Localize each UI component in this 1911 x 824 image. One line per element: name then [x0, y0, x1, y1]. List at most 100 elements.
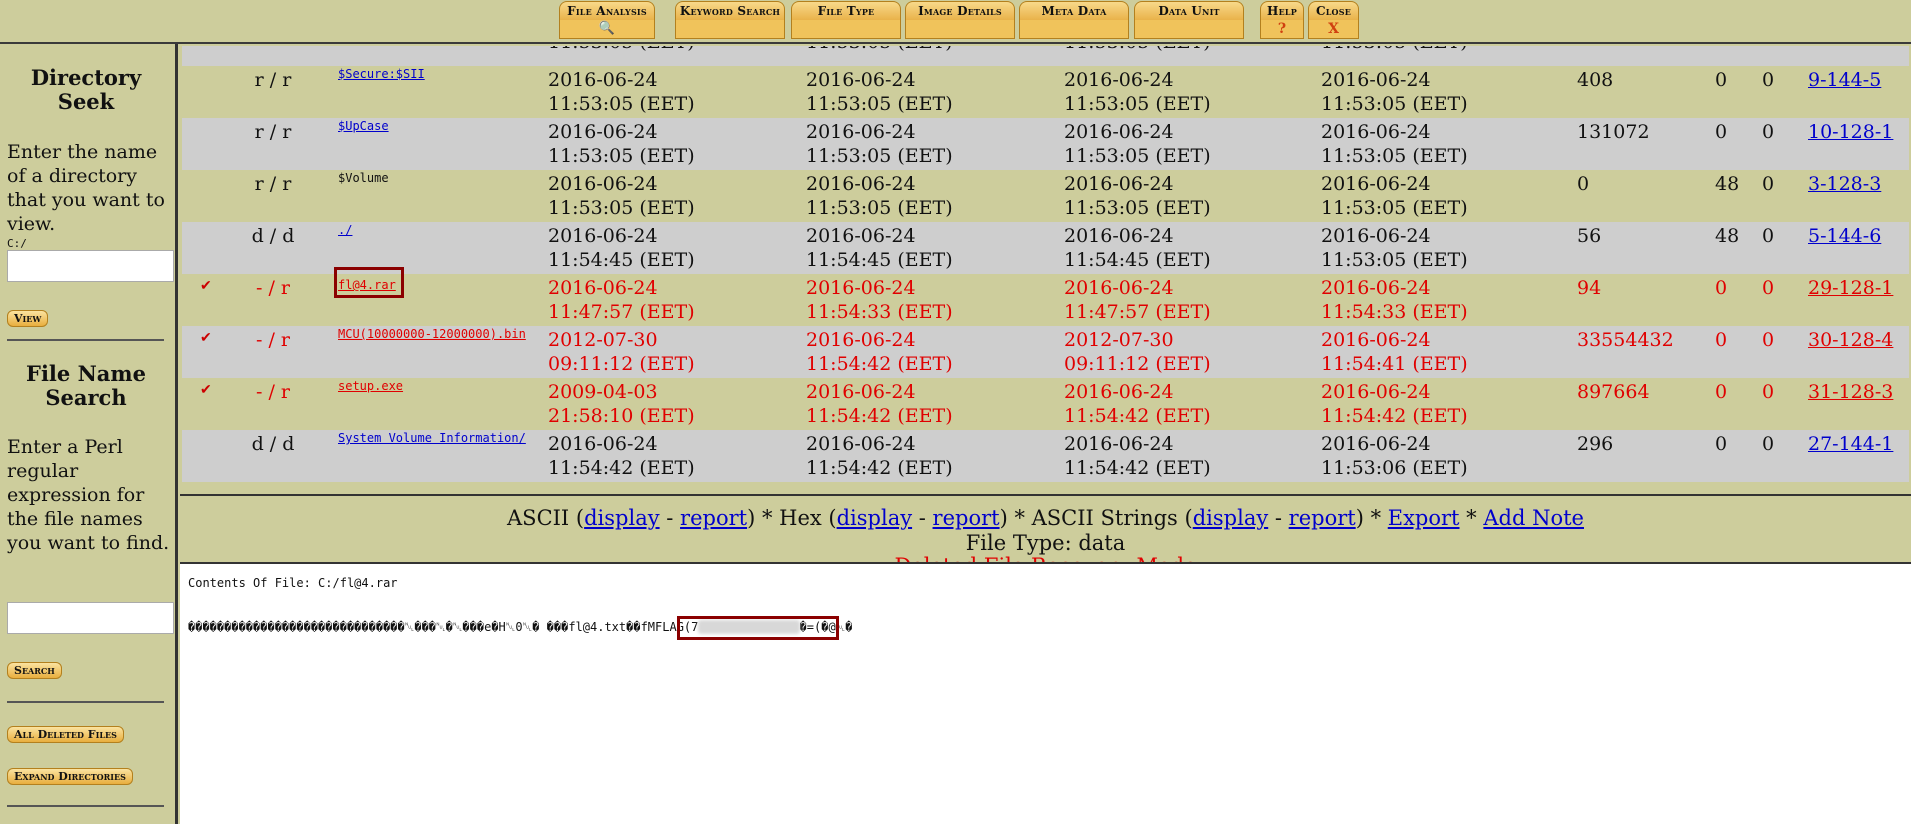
gid: 0 [1762, 277, 1775, 299]
tab-file-analysis[interactable]: File Analysis [559, 1, 655, 20]
file-size: 897664 [1577, 381, 1650, 403]
file-name-link[interactable]: System Volume Information/ [338, 431, 526, 445]
file-name[interactable]: $Secure:$SII [338, 66, 425, 82]
hex-report-link[interactable]: report [933, 506, 1000, 530]
add-note-link[interactable]: Add Note [1483, 506, 1584, 530]
file-name-link[interactable]: setup.exe [338, 379, 403, 393]
tab-data-unit-body[interactable] [1134, 20, 1244, 39]
export-link[interactable]: Export [1388, 506, 1460, 530]
created-time: 2016-06-24 11:54:42 (EET) [1321, 381, 1468, 427]
sidebar: Directory Seek Enter the name of a direc… [0, 44, 178, 824]
file-name-search-input[interactable] [7, 602, 174, 634]
gid: 0 [1762, 433, 1775, 455]
tab-data-unit[interactable]: Data Unit [1134, 1, 1244, 20]
meta-link[interactable]: 3-128-3 [1808, 172, 1881, 196]
file-name-link[interactable]: ./ [338, 223, 352, 237]
tab-keyword-search-body[interactable] [675, 20, 785, 39]
table-row[interactable]: d / d System Volume Information/ 2016-06… [182, 430, 1909, 482]
data-prefix: ������������������������������␀���␀�␀���… [188, 620, 656, 634]
tab-meta-data[interactable]: Meta Data [1019, 1, 1129, 20]
tab-image-details[interactable]: Image Details [905, 1, 1015, 20]
uid: 0 [1715, 69, 1728, 91]
written-time: 2016-06-24 11:54:45 (EET) [548, 225, 695, 271]
meta-link[interactable]: 9-144-5 [1808, 68, 1881, 92]
file-size: 408 [1577, 69, 1614, 91]
tab-help[interactable]: Help [1260, 1, 1304, 20]
search-button[interactable]: Search [7, 662, 62, 679]
tab-file-type[interactable]: File Type [791, 1, 901, 20]
tab-close[interactable]: Close [1308, 1, 1359, 20]
created-time: 2016-06-24 11:53:05 (EET) [1321, 69, 1468, 115]
created-time: 2016-06-24 11:53:05 (EET) [1321, 173, 1468, 219]
file-name[interactable]: $UpCase [338, 118, 389, 134]
table-row-selected[interactable]: ✔ - / r fl@4.rar 2016-06-24 11:47:57 (EET… [182, 267, 1909, 326]
strings-display-link[interactable]: display [1193, 506, 1268, 530]
meta-address-link[interactable]: 9-144-5 [1808, 69, 1881, 91]
meta-link[interactable]: 31-128-3 [1808, 380, 1893, 404]
file-name-link[interactable]: $UpCase [338, 119, 389, 133]
changed-time: 2016-06-24 11:53:05 (EET) [1064, 173, 1211, 219]
table-row[interactable]: ✔ - / r setup.exe 2009-04-03 21:58:10 (EE… [182, 378, 1909, 430]
written-time: 2016-06-24 11:53:05 (EET) [548, 173, 695, 219]
created-time: 11:53:05 (EET) [1321, 46, 1468, 54]
accessed-time: 2016-06-24 11:53:05 (EET) [806, 121, 953, 167]
tab-file-analysis-body[interactable]: 🔍 [559, 20, 655, 39]
gid: 0 [1762, 381, 1775, 403]
tab-help-body[interactable]: ? [1260, 20, 1304, 39]
view-button[interactable]: View [7, 310, 49, 327]
table-row[interactable]: r / r $Volume 2016-06-24 11:53:05 (EET) 2… [182, 170, 1909, 222]
file-name-link[interactable]: MCU(10000000-12000000).bin [338, 327, 526, 341]
hex-display-link[interactable]: display [837, 506, 912, 530]
meta-address-link[interactable]: 3-128-3 [1808, 173, 1881, 195]
meta-link[interactable]: 10-128-1 [1808, 120, 1893, 144]
meta-address-link[interactable]: 30-128-4 [1808, 329, 1893, 351]
accessed-time: 2016-06-24 11:54:33 (EET) [806, 277, 953, 323]
meta-link[interactable]: 30-128-4 [1808, 328, 1893, 352]
uid: 0 [1715, 381, 1728, 403]
meta-address-link[interactable]: 10-128-1 [1808, 121, 1893, 143]
file-size: 296 [1577, 433, 1614, 455]
written-time: 2016-06-24 11:47:57 (EET) [548, 277, 695, 323]
meta-link[interactable]: 5-144-6 [1808, 224, 1881, 248]
tab-file-type-body[interactable] [791, 20, 901, 39]
table-row[interactable]: r / r $Secure:$SII 2016-06-24 11:53:05 (E… [182, 66, 1909, 118]
paren: ) [1355, 506, 1364, 530]
separator: * [1363, 506, 1388, 530]
file-name[interactable]: System Volume Information/ [338, 430, 526, 446]
strings-report-link[interactable]: report [1289, 506, 1356, 530]
table-row[interactable]: ✔ - / r MCU(10000000-12000000).bin 2012-… [182, 326, 1909, 378]
uid: 0 [1715, 433, 1728, 455]
tab-image-details-body[interactable] [905, 20, 1015, 39]
uid: 48 [1715, 173, 1740, 195]
ascii-label: ASCII ( [507, 506, 585, 530]
table-row[interactable]: d / d ./ 2016-06-24 11:54:45 (EET) 2016-0… [182, 222, 1909, 274]
file-name[interactable]: setup.exe [338, 378, 403, 394]
meta-link[interactable]: 27-144-1 [1808, 432, 1893, 456]
ascii-report-link[interactable]: report [680, 506, 747, 530]
meta-address-link[interactable]: 27-144-1 [1808, 433, 1893, 455]
file-name[interactable]: MCU(10000000-12000000).bin [338, 326, 526, 342]
deleted-check-icon: ✔ [200, 382, 212, 398]
tab-keyword-search[interactable]: Keyword Search [675, 1, 785, 20]
meta-link[interactable]: 29-128-1 [1808, 276, 1893, 300]
file-type: r / r [254, 173, 292, 195]
directory-input[interactable] [7, 250, 174, 282]
meta-address-link[interactable]: 29-128-1 [1808, 277, 1893, 299]
expand-directories-button[interactable]: Expand Directories [7, 768, 133, 785]
question-icon: ? [1277, 21, 1287, 37]
separator: * [1007, 506, 1032, 530]
directory-prefix: C:/ [7, 237, 27, 250]
meta-address-link[interactable]: 5-144-6 [1808, 225, 1881, 247]
magnifier-icon: 🔍 [598, 21, 616, 36]
table-row[interactable]: r / r $UpCase 2016-06-24 11:53:05 (EET) 2… [182, 118, 1909, 170]
created-time: 2016-06-24 11:53:05 (EET) [1321, 121, 1468, 167]
file-size: 94 [1577, 277, 1602, 299]
tab-close-body[interactable]: X [1308, 20, 1359, 39]
all-deleted-files-button[interactable]: All Deleted Files [7, 726, 124, 743]
flag-highlight-box [677, 616, 839, 640]
file-name[interactable]: ./ [338, 222, 352, 238]
file-name-link[interactable]: $Secure:$SII [338, 67, 425, 81]
ascii-display-link[interactable]: display [584, 506, 659, 530]
tab-meta-data-body[interactable] [1019, 20, 1129, 39]
meta-address-link[interactable]: 31-128-3 [1808, 381, 1893, 403]
